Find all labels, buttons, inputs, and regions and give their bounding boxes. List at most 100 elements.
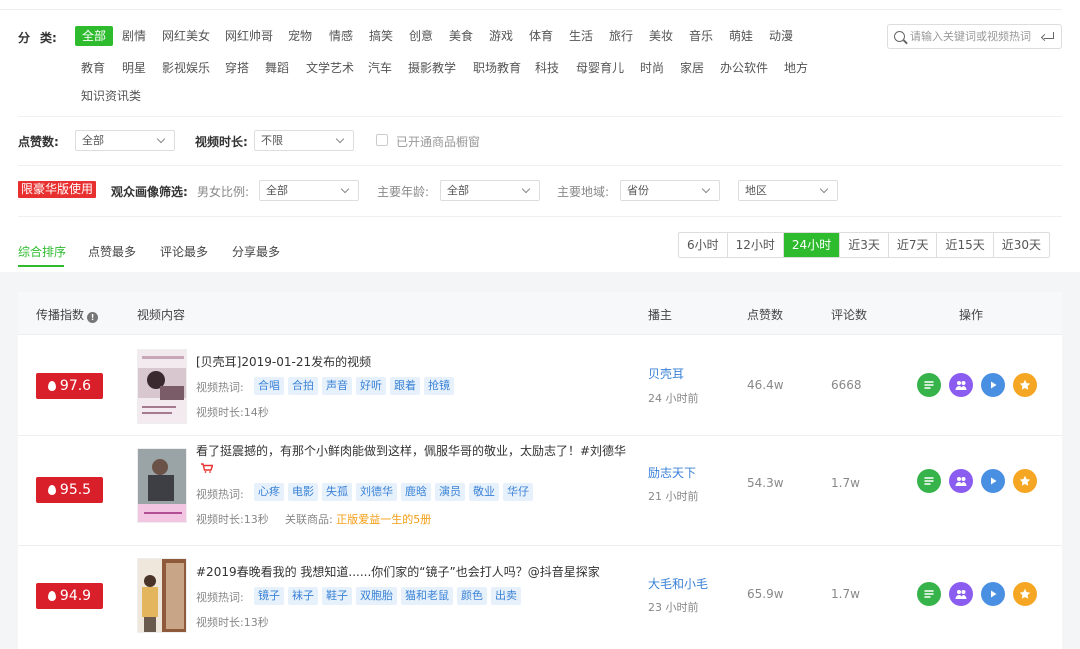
category-tag[interactable]: 全部 [75,26,114,46]
age-select[interactable]: 全部 [440,180,540,201]
category-tag[interactable]: 体育 [529,26,553,46]
author-name[interactable]: 贝壳耳 [648,365,684,382]
category-tag[interactable]: 职场教育 [473,58,521,78]
category-tag[interactable]: 教育 [81,58,105,78]
category-tag[interactable]: 创意 [409,26,433,46]
tab-most-comments[interactable]: 评论最多 [160,243,208,260]
detail-button[interactable] [917,582,941,606]
category-tag[interactable]: 穿搭 [225,58,249,78]
category-tag[interactable]: 游戏 [489,26,513,46]
category-tag[interactable]: 家居 [680,58,704,78]
favorite-button[interactable] [1013,469,1037,493]
tab-comprehensive[interactable]: 综合排序 [18,243,66,260]
hot-word-tag[interactable]: 鹿晗 [401,483,431,501]
category-tag[interactable]: 网红帅哥 [225,26,273,46]
category-tag[interactable]: 影视娱乐 [162,58,210,78]
enter-icon[interactable] [1041,31,1055,43]
category-tag[interactable]: 知识资讯类 [81,86,141,106]
province-select[interactable]: 省份 [620,180,720,201]
audience-button[interactable] [949,373,973,397]
category-tag[interactable]: 汽车 [368,58,392,78]
hot-word-tag[interactable]: 鞋子 [322,587,352,605]
favorite-button[interactable] [1013,373,1037,397]
hot-word-tag[interactable]: 敬业 [469,483,499,501]
audience-button[interactable] [949,469,973,493]
tab-most-shares[interactable]: 分享最多 [232,243,280,260]
hot-word-tag[interactable]: 镜子 [254,587,284,605]
hot-word-tag[interactable]: 好听 [356,377,386,395]
category-tag[interactable]: 美妆 [649,26,673,46]
category-tag[interactable]: 美食 [449,26,473,46]
time-range-button[interactable]: 近7天 [889,233,938,257]
category-tag[interactable]: 宠物 [288,26,312,46]
gender-select[interactable]: 全部 [259,180,359,201]
time-range-button[interactable]: 近3天 [840,233,889,257]
author-name[interactable]: 励志天下 [648,464,696,481]
category-tag[interactable]: 旅行 [609,26,633,46]
play-button[interactable] [981,469,1005,493]
hot-word-tag[interactable]: 抢镜 [424,377,454,395]
category-tag[interactable]: 音乐 [689,26,713,46]
spread-score: 95.5 [36,477,103,503]
video-thumbnail[interactable] [137,558,187,633]
hot-word-tag[interactable]: 袜子 [288,587,318,605]
hot-word-tag[interactable]: 猫和老鼠 [401,587,453,605]
time-range-button[interactable]: 12小时 [728,233,784,257]
time-range-button[interactable]: 近30天 [994,233,1049,257]
category-tag[interactable]: 明星 [122,58,146,78]
search-input[interactable] [910,30,1038,43]
hot-word-tag[interactable]: 出卖 [491,587,521,605]
category-tag[interactable]: 生活 [569,26,593,46]
category-tag[interactable]: 剧情 [122,26,146,46]
area-select[interactable]: 地区 [738,180,838,201]
keyword-search[interactable] [887,24,1062,49]
category-tag[interactable]: 舞蹈 [265,58,289,78]
video-title[interactable]: [贝壳耳]2019-01-21发布的视频 [196,353,371,370]
detail-button[interactable] [917,373,941,397]
duration-select[interactable]: 不限 [254,130,354,151]
time-range-button[interactable]: 24小时 [783,233,841,257]
category-tag[interactable]: 搞笑 [369,26,393,46]
category-tag[interactable]: 情感 [329,26,353,46]
hot-word-tag[interactable]: 刘德华 [356,483,397,501]
play-button[interactable] [981,373,1005,397]
category-tag[interactable]: 地方 [784,58,808,78]
duration-filter-label: 视频时长: [195,135,248,149]
hot-word-tag[interactable]: 跟着 [390,377,420,395]
category-tag[interactable]: 动漫 [769,26,793,46]
time-range-button[interactable]: 6小时 [679,233,728,257]
hot-word-tag[interactable]: 双胞胎 [356,587,397,605]
category-tag[interactable]: 网红美女 [162,26,210,46]
author-name[interactable]: 大毛和小毛 [648,575,708,592]
video-thumbnail[interactable] [137,349,187,424]
favorite-button[interactable] [1013,582,1037,606]
hot-word-tag[interactable]: 心疼 [254,483,284,501]
play-button[interactable] [981,582,1005,606]
time-range-button[interactable]: 近15天 [937,233,994,257]
hot-word-tag[interactable]: 失孤 [322,483,352,501]
category-tag[interactable]: 文学艺术 [306,58,354,78]
hot-word-tag[interactable]: 声音 [322,377,352,395]
hot-word-tag[interactable]: 华仔 [503,483,533,501]
hot-word-tag[interactable]: 演员 [435,483,465,501]
audience-button[interactable] [949,582,973,606]
product-link[interactable]: 正版爱益一生的5册 [336,513,431,526]
category-tag[interactable]: 时尚 [640,58,664,78]
hot-word-tag[interactable]: 合唱 [254,377,284,395]
info-icon[interactable]: ! [87,312,99,323]
category-tag[interactable]: 摄影教学 [408,58,456,78]
video-thumbnail[interactable] [137,448,187,523]
category-tag[interactable]: 办公软件 [720,58,768,78]
tab-most-likes[interactable]: 点赞最多 [88,243,136,260]
category-tag[interactable]: 母婴育儿 [576,58,624,78]
likes-select[interactable]: 全部 [75,130,175,151]
video-title[interactable]: #2019春晚看我的 我想知道......你们家的“镜子”也会打人吗？@抖音星探… [196,563,600,580]
category-tag[interactable]: 科技 [535,58,559,78]
category-tag[interactable]: 萌娃 [729,26,753,46]
hot-word-tag[interactable]: 电影 [288,483,318,501]
hot-word-tag[interactable]: 合拍 [288,377,318,395]
hot-word-tag[interactable]: 颜色 [457,587,487,605]
shop-window-checkbox[interactable] [376,134,388,146]
detail-button[interactable] [917,469,941,493]
video-title[interactable]: 看了挺震撼的，有那个小鲜肉能做到这样，佩服华哥的敬业，太励志了！#刘德华 [196,442,626,459]
